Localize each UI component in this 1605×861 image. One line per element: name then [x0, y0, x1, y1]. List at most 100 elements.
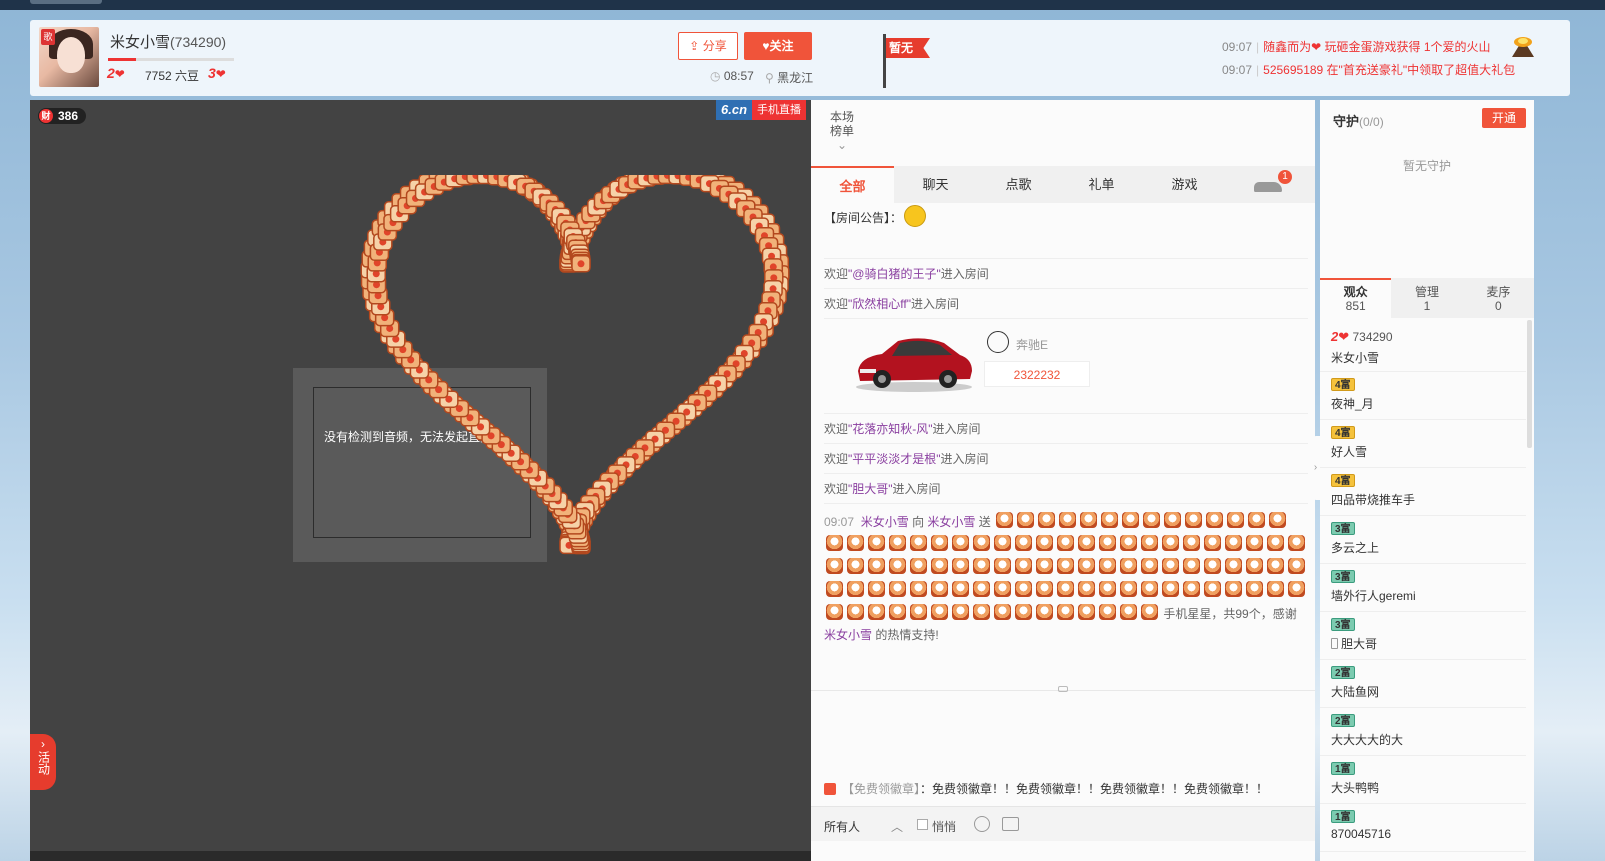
gift-receiver[interactable]: 米女小雪	[927, 515, 975, 529]
welcome-prefix: 欢迎	[824, 267, 849, 281]
audience-item[interactable]: 2富 大陆鱼网	[1320, 660, 1526, 708]
star-gift-icon	[931, 604, 948, 620]
rank-flag[interactable]: 暂无	[880, 34, 940, 90]
top-tab[interactable]	[30, 0, 102, 4]
star-gift-icon	[1017, 512, 1035, 528]
audience-list[interactable]: 2❤ 734290 米女小雪 4富 夜神_月 4富 好人雪 4富 四品带烧推车手 3富…	[1320, 324, 1526, 852]
tab-game[interactable]: 游戏	[1143, 166, 1226, 203]
follow-label: 关注	[769, 39, 794, 53]
wealth-level-badge: 2富	[1331, 666, 1355, 679]
tab-mic-queue[interactable]: 麦序 0	[1463, 278, 1534, 318]
gift-to-word: 向	[912, 515, 925, 529]
gift-token	[571, 255, 591, 273]
audience-item[interactable]: 2❤ 734290 米女小雪	[1320, 324, 1526, 372]
star-gift-icon	[973, 581, 990, 597]
wealth-level-badge: 3富	[1331, 522, 1355, 535]
gift-send-word: 送	[978, 515, 991, 529]
star-gift-icon	[1183, 535, 1200, 551]
audience-item[interactable]: 3富 墙外行人geremi	[1320, 564, 1526, 612]
tab-car[interactable]: 1	[1226, 166, 1309, 203]
wealth-counter[interactable]: 财 386	[38, 108, 87, 124]
tab-all[interactable]: 全部	[811, 166, 894, 203]
emoji-icon[interactable]	[974, 816, 990, 832]
star-gift-icon	[1164, 512, 1182, 528]
welcome-user[interactable]: "@骑白猪的王子"	[848, 267, 941, 281]
star-gift-icon	[1120, 558, 1137, 574]
welcome-user[interactable]: "花落亦知秋-风"	[848, 422, 933, 436]
anchor-name[interactable]: 米女小雪(734290)	[110, 31, 226, 52]
star-gift-icon	[973, 535, 990, 551]
gift-sender[interactable]: 米女小雪	[861, 515, 909, 529]
resize-handle[interactable]	[1058, 686, 1068, 692]
star-gift-icon	[1120, 535, 1137, 551]
chevron-right-icon: ›	[41, 737, 45, 751]
follow-button[interactable]: ♥关注	[744, 32, 812, 60]
star-gift-icon	[1099, 581, 1116, 597]
audience-item[interactable]: 4富 好人雪	[1320, 420, 1526, 468]
tab-chat[interactable]: 聊天	[894, 166, 977, 203]
tab-audience[interactable]: 观众 851	[1320, 278, 1392, 318]
audience-item[interactable]: 2富 大大大大的大	[1320, 708, 1526, 756]
audience-name: 胆大哥	[1341, 637, 1378, 651]
welcome-prefix: 欢迎	[824, 297, 849, 311]
tab-admins[interactable]: 管理 1	[1391, 278, 1462, 318]
news-item[interactable]: 09:07 | 随鑫而为❤ 玩砸金蛋游戏获得 1个爱的火山	[1222, 38, 1491, 55]
anchor-level-next: 3❤	[208, 65, 226, 81]
star-gift-icon	[1246, 581, 1263, 597]
anchor-avatar[interactable]: 歌	[39, 27, 99, 87]
free-badge-announcement[interactable]: 【免费领徽章】：免费领徽章！！免费领徽章！！免费领徽章！！免费领徽章！！	[824, 780, 1268, 797]
star-gift-icon	[1269, 512, 1287, 528]
star-gift-icon	[1225, 581, 1242, 597]
avatar-badge: 歌	[41, 29, 55, 45]
welcome-user[interactable]: "胆大哥"	[848, 482, 893, 496]
star-gift-icon	[1057, 604, 1074, 620]
audience-item[interactable]: 1富 大头鸭鸭	[1320, 756, 1526, 804]
audience-name: 夜神_月	[1331, 397, 1374, 411]
gift-time: 09:07	[824, 515, 855, 529]
audience-item[interactable]: 3富 胆大哥	[1320, 612, 1526, 660]
share-button[interactable]: ⇪ 分享	[678, 32, 738, 60]
audience-scrollbar[interactable]	[1527, 320, 1532, 448]
audience-name: 870045716	[1331, 827, 1392, 841]
video-player[interactable]: 财 386 6.cn 手机直播 没有检测到音频，无法发起直播 › 活动	[30, 100, 811, 861]
tab-gift-list[interactable]: 礼单	[1060, 166, 1143, 203]
gift-thanks-user[interactable]: 米女小雪	[824, 628, 872, 642]
star-gift-icon	[1248, 512, 1266, 528]
session-rank-toggle[interactable]: 本场 榜单 ⌄	[830, 110, 854, 152]
activity-button[interactable]: › 活动	[30, 734, 56, 790]
star-gift-icon	[1015, 535, 1032, 551]
star-gift-icon	[1185, 512, 1203, 528]
star-gift-icon	[931, 535, 948, 551]
welcome-suffix: 进入房间	[940, 452, 989, 466]
news-item[interactable]: 09:07 | 525695189 在"首充送豪礼"中领取了超值大礼包	[1222, 61, 1515, 78]
image-icon[interactable]	[1002, 817, 1019, 831]
star-gift-icon	[847, 604, 864, 620]
star-gift-icon	[1015, 604, 1032, 620]
star-gift-icon	[868, 535, 885, 551]
rank-label-line2: 榜单	[830, 124, 855, 138]
welcome-user[interactable]: "平平淡淡才是根"	[848, 452, 941, 466]
clock-icon: ◷	[710, 69, 721, 83]
panel-collapse-handle[interactable]: ›	[1311, 436, 1320, 500]
audience-item[interactable]: 3富 多云之上	[1320, 516, 1526, 564]
star-gift-icon	[889, 604, 906, 620]
tab-admins-count: 1	[1423, 299, 1431, 313]
audience-item[interactable]: 4富 四品带烧推车手	[1320, 468, 1526, 516]
chevron-up-icon[interactable]: ︿	[891, 818, 903, 835]
chat-messages[interactable]: 【房间公告】： 欢迎"@骑白猪的王子"进入房间 欢迎"欣然相心ff"进入房间 奔…	[824, 205, 1308, 646]
chevron-right-icon: ›	[1313, 462, 1318, 473]
star-gift-icon	[847, 581, 864, 597]
tab-song-request[interactable]: 点歌	[977, 166, 1060, 203]
star-gift-icon	[1183, 581, 1200, 597]
whisper-checkbox[interactable]	[917, 819, 928, 830]
audience-item[interactable]: 4富 夜神_月	[1320, 372, 1526, 420]
audience-item[interactable]: 1富 870045716	[1320, 804, 1526, 852]
welcome-suffix: 进入房间	[940, 267, 989, 281]
recipient-select[interactable]: 所有人	[824, 818, 860, 835]
open-guard-button[interactable]: 开通	[1482, 108, 1526, 128]
star-gift-icon	[1038, 512, 1056, 528]
news-separator: |	[1256, 40, 1260, 54]
welcome-user[interactable]: "欣然相心ff"	[848, 297, 911, 311]
heart-icon: ❤	[114, 67, 125, 81]
star-gift-icon	[1162, 558, 1179, 574]
